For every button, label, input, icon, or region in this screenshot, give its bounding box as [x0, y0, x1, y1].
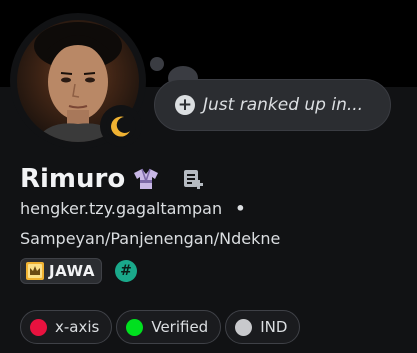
- role-ind[interactable]: IND: [225, 310, 301, 344]
- guild-tag-text: JAWA: [49, 262, 95, 280]
- pronouns: Sampeyan/Panjenengan/Ndekne: [20, 229, 281, 248]
- crown-shield-icon: [26, 262, 44, 280]
- separator: •: [235, 199, 246, 218]
- role-label: IND: [260, 318, 288, 336]
- custom-status-text: Just ranked up in...: [203, 95, 364, 115]
- moon-icon: [111, 116, 130, 137]
- username[interactable]: hengker.tzy.gagaltampan: [20, 199, 222, 218]
- thought-dot-small: [150, 57, 164, 71]
- role-x-axis[interactable]: x-axis: [20, 310, 113, 344]
- kimono-icon[interactable]: [131, 167, 161, 191]
- idle-status: [106, 111, 136, 141]
- plus-icon: +: [175, 95, 195, 115]
- display-name: Rimuro: [20, 164, 126, 194]
- role-label: Verified: [151, 318, 209, 336]
- roles-list: x-axis Verified IND: [20, 310, 304, 344]
- hash-badge[interactable]: #: [115, 260, 137, 282]
- username-row: hengker.tzy.gagaltampan •: [20, 199, 245, 218]
- role-color-dot: [235, 318, 253, 336]
- role-color-dot: [126, 318, 144, 336]
- role-color-dot: [30, 318, 47, 336]
- note-add-icon[interactable]: [181, 167, 205, 191]
- custom-status-bubble[interactable]: + Just ranked up in...: [154, 79, 391, 131]
- role-label: x-axis: [55, 318, 100, 336]
- role-verified[interactable]: Verified: [116, 310, 222, 344]
- tag-row: JAWA #: [20, 258, 137, 284]
- name-row: Rimuro: [20, 162, 205, 196]
- guild-tag[interactable]: JAWA: [20, 258, 102, 284]
